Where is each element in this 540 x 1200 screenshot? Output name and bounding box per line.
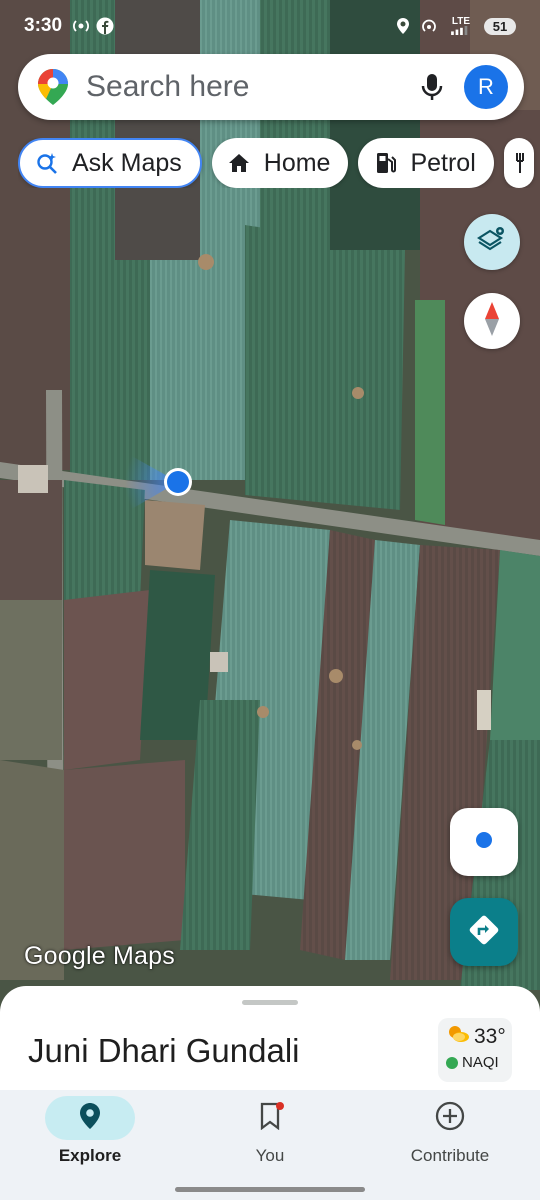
aqi-label: NAQI: [462, 1054, 499, 1071]
location-status-icon: [394, 17, 412, 35]
microphone-icon[interactable]: [412, 67, 452, 107]
temperature: 33°: [474, 1025, 506, 1048]
place-name: Juni Dhari Gundali: [28, 1032, 300, 1069]
sheet-drag-handle[interactable]: [242, 1000, 298, 1005]
weather-widget[interactable]: 33° NAQI: [438, 1018, 512, 1082]
compass-button[interactable]: [464, 293, 520, 349]
google-maps-pin-icon: [36, 67, 70, 107]
compass-icon: [482, 299, 502, 344]
home-icon: [226, 150, 252, 176]
add-circle-icon: [435, 1101, 465, 1136]
my-location-button[interactable]: [450, 808, 518, 876]
location-dot: [167, 471, 189, 493]
hotspot-status-icon: [420, 17, 438, 35]
search-bar[interactable]: Search here R: [18, 54, 524, 120]
notification-badge: [276, 1102, 284, 1110]
chip-label: Petrol: [410, 148, 476, 177]
network-label: LTE: [451, 16, 471, 27]
account-avatar[interactable]: R: [464, 65, 508, 109]
chip-ask-maps[interactable]: Ask Maps: [18, 138, 202, 188]
hotspot-icon: [72, 17, 90, 35]
chip-petrol[interactable]: Petrol: [358, 138, 494, 188]
ask-maps-sparkle-icon: [34, 150, 60, 176]
category-chips: Ask Maps Home Petrol: [18, 138, 540, 188]
status-bar: 3:30 LTE 51: [0, 0, 540, 52]
chip-home[interactable]: Home: [211, 138, 349, 188]
nav-label: Contribute: [410, 1146, 490, 1165]
my-location-icon: [474, 830, 494, 855]
nav-explore[interactable]: Explore: [0, 1090, 180, 1180]
chip-label: Home: [263, 148, 331, 177]
chip-restaurants[interactable]: [503, 138, 534, 188]
bottom-navigation: Explore You Contribute: [0, 1090, 540, 1200]
nav-label: You: [255, 1146, 285, 1165]
layers-icon: [476, 225, 507, 260]
partly-sunny-icon: [446, 1024, 470, 1050]
chip-label: Ask Maps: [72, 148, 182, 177]
fuel-pump-icon: [372, 150, 398, 176]
layers-button[interactable]: [464, 214, 520, 270]
status-time: 3:30: [24, 15, 63, 36]
place-bottom-sheet[interactable]: Juni Dhari Gundali 33° NAQI: [0, 986, 540, 1096]
search-input[interactable]: Search here: [86, 70, 412, 104]
facebook-icon: [96, 17, 114, 35]
restaurant-icon: [514, 150, 532, 176]
nav-contribute[interactable]: Contribute: [360, 1090, 540, 1180]
directions-button[interactable]: [450, 898, 518, 966]
gesture-home-bar[interactable]: [175, 1187, 365, 1192]
nav-you[interactable]: You: [180, 1090, 360, 1180]
directions-icon: [467, 913, 501, 952]
battery-level: 51: [484, 17, 516, 35]
explore-pin-icon: [79, 1102, 101, 1135]
lte-signal-icon: LTE: [446, 17, 476, 35]
aqi-indicator-dot: [446, 1056, 458, 1069]
google-maps-watermark: Google Maps: [24, 942, 175, 970]
nav-label: Explore: [58, 1146, 122, 1165]
